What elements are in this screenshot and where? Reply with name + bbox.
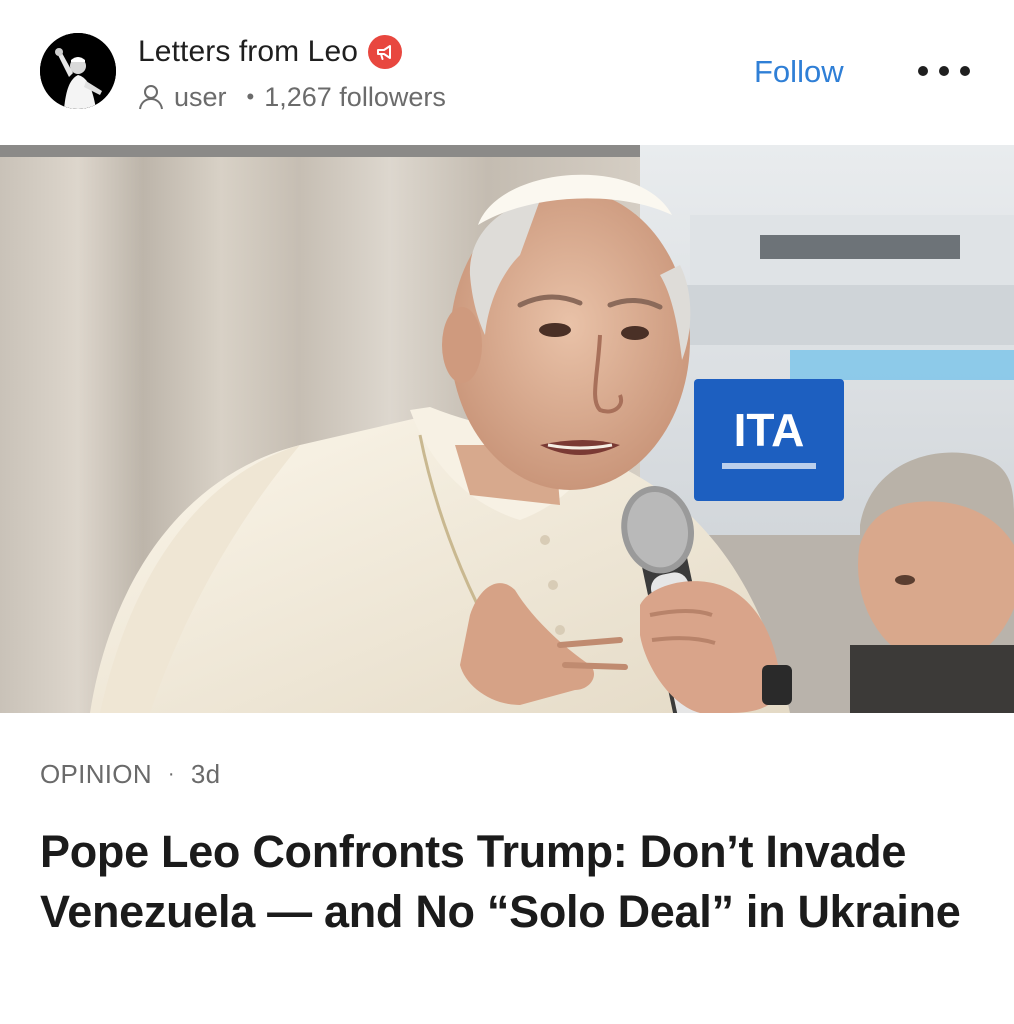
publication-avatar[interactable] <box>40 33 116 109</box>
hero-image[interactable]: ITA <box>0 145 1014 713</box>
author-label[interactable]: user <box>174 82 227 113</box>
more-horizontal-icon[interactable] <box>918 56 970 86</box>
user-icon <box>139 85 163 110</box>
follower-count: 1,267 followers <box>264 81 446 112</box>
follow-button[interactable]: Follow <box>754 52 844 92</box>
pope-waving-avatar-icon <box>40 33 116 109</box>
article-category[interactable]: OPINION <box>40 759 152 790</box>
publication-meta: user • 1,267 followers <box>138 80 446 114</box>
kicker-separator: · <box>167 762 175 785</box>
publication-name-row: Letters from Leo <box>138 32 403 72</box>
publication-name[interactable]: Letters from Leo <box>138 35 358 69</box>
post-card: Letters from Leo user • 1,267 followers … <box>0 0 1014 1024</box>
meta-separator: • <box>246 84 255 109</box>
article-kicker: OPINION · 3d <box>40 757 220 791</box>
megaphone-icon <box>368 35 403 69</box>
article-age: 3d <box>190 758 221 789</box>
airline-sign-text: ITA <box>734 404 805 456</box>
publication-header: Letters from Leo user • 1,267 followers … <box>0 0 1014 145</box>
article-headline[interactable]: Pope Leo Confronts Trump: Don’t Invade V… <box>40 822 990 942</box>
